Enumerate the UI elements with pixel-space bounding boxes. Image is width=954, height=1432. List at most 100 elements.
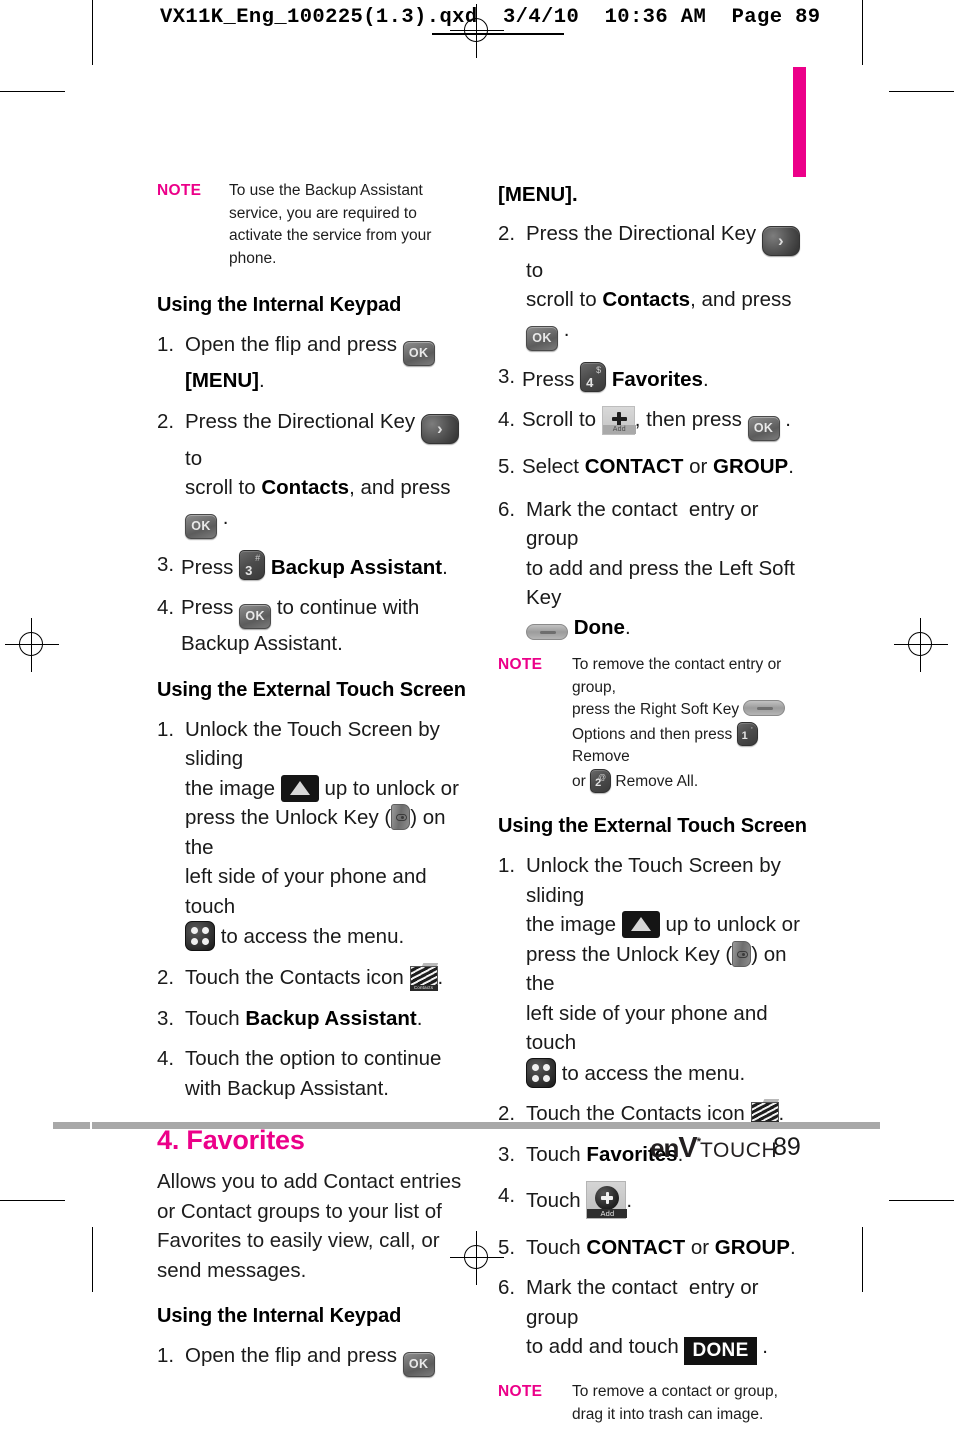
number-key-superscript: $	[596, 364, 602, 375]
step-text: Touch	[185, 1006, 240, 1030]
number-key-3-icon[interactable]: 3 #	[239, 549, 266, 580]
step-fav-touch-1: 1. Unlock the Touch Screen by sliding th…	[498, 851, 808, 1088]
step-text-g: to access the menu.	[220, 925, 405, 948]
step-fav-internal-3: 3. Press 4 $ Favorites.	[498, 361, 808, 395]
slide-up-icon[interactable]	[280, 774, 319, 802]
crop-mark-top-right-horizontal	[889, 91, 954, 92]
menu-grid-icon[interactable]	[526, 1057, 556, 1088]
step-text: Touch	[526, 1143, 581, 1166]
crop-mark-bottom-left-vertical	[92, 1227, 93, 1292]
step-text-c: up to unlock or	[324, 776, 459, 800]
step-text-b: the image	[526, 913, 617, 936]
number-key-superscript: #	[255, 552, 261, 563]
step-text-b: the image	[185, 776, 276, 800]
step-text-b: to	[185, 446, 203, 470]
left-column: NOTE To use the Backup Assistant service…	[157, 180, 467, 1388]
step-period: .	[416, 1006, 423, 1030]
number-key-4-icon[interactable]: 4 $	[580, 361, 607, 392]
step-text-a: Mark the contact entry or group	[526, 1276, 759, 1329]
add-touch-icon[interactable]: Add	[586, 1180, 628, 1219]
prepress-header-underline	[432, 33, 564, 35]
done-label: Done	[573, 615, 625, 639]
footer-rule-nick	[90, 1122, 92, 1129]
step-text-b: to	[526, 258, 544, 282]
ok-key-icon[interactable]: OK	[526, 325, 558, 351]
step-text: Touch	[526, 1235, 581, 1259]
ok-key-icon[interactable]: OK	[239, 604, 272, 629]
step-internal-1: 1. Open the flip and press OK [MENU].	[157, 330, 467, 396]
logo-v: V	[678, 1132, 697, 1164]
prepress-header-text: VX11K_Eng_100225(1.3).qxd 3/4/10 10:36 A…	[160, 6, 821, 29]
step-period: .	[789, 1235, 796, 1259]
number-key-2-icon[interactable]: 2 @	[590, 768, 612, 793]
note-text-d: Remove	[572, 748, 630, 765]
note-remove-contact: NOTE To remove the contact entry or grou…	[498, 654, 808, 793]
directional-key-icon[interactable]: ›	[420, 413, 459, 444]
logo-en: en	[650, 1133, 679, 1163]
step-number: 4.	[157, 1047, 175, 1070]
number-key-superscript: @	[597, 772, 607, 782]
ok-key-icon[interactable]: OK	[402, 341, 435, 366]
step-period: .	[437, 965, 444, 989]
contacts-icon[interactable]: Contacts	[409, 962, 438, 993]
step-number: 1.	[157, 717, 175, 741]
favorites-label: Favorites	[611, 367, 703, 391]
step-period: .	[756, 1335, 768, 1358]
section-body-favorites: Allows you to add Contact entries or Con…	[157, 1170, 462, 1282]
menu-label: [MENU].	[498, 183, 578, 206]
directional-key-icon[interactable]: ›	[761, 225, 800, 256]
step-number: 6.	[498, 1276, 516, 1299]
add-icon[interactable]: Add	[601, 406, 636, 435]
crop-mark-bottom-right-vertical	[862, 1227, 863, 1292]
slide-up-icon[interactable]	[621, 911, 660, 938]
step-fav-internal-6: 6. Mark the contact entry or group to ad…	[498, 495, 808, 643]
note-text-a: To remove the contact entry or group,	[572, 656, 782, 696]
step-internal-4: 4. Press OK to continue with Backup Assi…	[157, 593, 467, 659]
note-text-c: Options and then press	[572, 725, 733, 743]
step-period: .	[558, 317, 570, 341]
product-logo: enV*TOUCH	[650, 1132, 777, 1165]
step-text: Press the Directional Key	[526, 221, 757, 245]
number-key-1-icon[interactable]: 1 '	[736, 721, 758, 746]
step-text-or: or	[690, 1235, 710, 1259]
step-fav-internal-2: 2. Press the Directional Key › to scroll…	[498, 219, 808, 351]
ok-key-icon[interactable]: OK	[402, 1352, 435, 1377]
step-number: 1.	[157, 1344, 175, 1367]
note-text: To use the Backup Assistant service, you…	[229, 182, 432, 267]
step-text: Press	[181, 555, 234, 579]
unlock-key-icon[interactable]	[732, 940, 752, 967]
note-keyword: NOTE	[157, 182, 202, 199]
ok-key-icon[interactable]: OK	[747, 416, 780, 441]
note-text-f: Remove All.	[615, 772, 699, 790]
step-touch-3: 3. Touch Backup Assistant.	[157, 1004, 467, 1034]
note-text-e: or	[572, 772, 586, 790]
step-text-d: press the Unlock Key (	[185, 806, 392, 829]
unlock-key-icon[interactable]	[391, 804, 411, 830]
registration-mark-right	[894, 618, 948, 672]
soft-key-icon[interactable]	[743, 700, 786, 716]
section-color-tab	[793, 67, 806, 177]
step-text-d: , and press	[349, 476, 451, 499]
registration-mark-left	[5, 618, 59, 672]
step-fav-touch-6: 6. Mark the contact entry or group to ad…	[498, 1273, 808, 1365]
group-option-label: GROUP	[714, 1235, 790, 1259]
step-period: .	[788, 455, 794, 478]
menu-grid-icon[interactable]	[185, 921, 215, 951]
step-text-b: to add and touch	[526, 1335, 679, 1358]
step-text-d: press the Unlock Key (	[526, 942, 733, 966]
soft-key-icon[interactable]	[526, 623, 568, 640]
step-text: Touch the Contacts icon	[185, 965, 404, 989]
ok-key-icon[interactable]: OK	[185, 513, 217, 539]
contact-option-label: CONTACT	[584, 455, 684, 478]
step-fav-internal-5: 5. Select CONTACT or GROUP.	[498, 452, 808, 482]
step-number: 4.	[498, 408, 516, 431]
step-text: Press	[181, 596, 234, 619]
step-text: Select	[522, 455, 579, 478]
step-internal-3: 3. Press 3 # Backup Assistant.	[157, 549, 467, 583]
step-number: 1.	[498, 854, 516, 877]
step-number: 6.	[498, 497, 516, 521]
right-column: [MENU]. 2. Press the Directional Key › t…	[498, 180, 808, 1432]
done-button-chip[interactable]: DONE	[684, 1337, 757, 1365]
crop-mark-bottom-right-horizontal	[889, 1200, 954, 1201]
step-number: 2.	[157, 409, 175, 433]
